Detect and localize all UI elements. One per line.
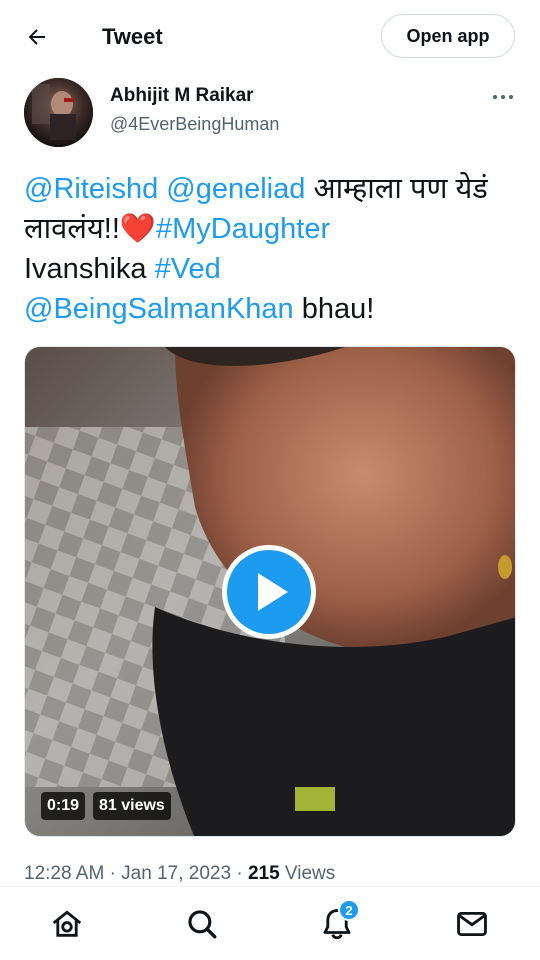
author-handle[interactable]: @4EverBeingHuman <box>110 112 279 136</box>
tweet-text: @Riteishd @geneliad आम्हाला पण येडं लावल… <box>24 169 518 329</box>
back-arrow-icon <box>28 29 45 45</box>
play-button[interactable] <box>220 543 318 641</box>
hashtag-link[interactable]: #MyDaughter <box>156 213 330 245</box>
page-title: Tweet <box>102 24 163 49</box>
tweet-page: Tweet Open app Abhijit M Raikar @4EverBe… <box>0 0 540 960</box>
author-name[interactable]: Abhijit M Raikar <box>110 84 254 108</box>
heart-emoji: ❤️ <box>119 213 157 245</box>
hashtag-link[interactable]: #Ved <box>155 253 221 285</box>
home-icon <box>52 910 82 937</box>
more-dot <box>493 95 497 99</box>
tweet-meta: 12:28 AM · Jan 17, 2023 · 215 Views <box>24 860 335 888</box>
views-label: Views <box>284 863 336 884</box>
messages-icon <box>457 911 487 937</box>
bottom-nav: 2 <box>0 886 540 960</box>
search-icon <box>188 910 217 939</box>
separator: · <box>109 863 116 884</box>
mention-link[interactable]: @BeingSalmanKhan <box>24 293 294 325</box>
video-duration: 0:19 <box>41 792 86 820</box>
tweet-text-segment: Ivanshika <box>24 253 147 285</box>
more-dot <box>501 95 505 99</box>
mention-link[interactable]: @Riteishd <box>24 173 158 205</box>
video-player[interactable]: 0:19 81 views <box>24 346 516 837</box>
open-app-button[interactable]: Open app <box>381 14 515 58</box>
nav-messages[interactable] <box>452 904 492 944</box>
mention-link[interactable]: @geneliad <box>166 173 305 205</box>
nav-home[interactable] <box>47 904 87 944</box>
tweet-time[interactable]: 12:28 AM <box>24 863 104 884</box>
avatar[interactable] <box>24 78 93 147</box>
views-count: 215 <box>247 863 280 884</box>
tweet-text-segment: bhau! <box>301 293 375 325</box>
avatar-image <box>24 78 93 147</box>
nav-search[interactable] <box>182 904 222 944</box>
back-button[interactable] <box>18 18 56 56</box>
separator: · <box>236 863 243 884</box>
tweet-date[interactable]: Jan 17, 2023 <box>121 863 231 884</box>
play-icon <box>222 545 316 639</box>
video-view-count: 81 views <box>93 792 171 820</box>
notification-badge: 2 <box>338 899 360 921</box>
more-icon[interactable] <box>486 84 520 110</box>
more-dot <box>509 95 513 99</box>
header: Tweet Open app <box>0 0 540 74</box>
